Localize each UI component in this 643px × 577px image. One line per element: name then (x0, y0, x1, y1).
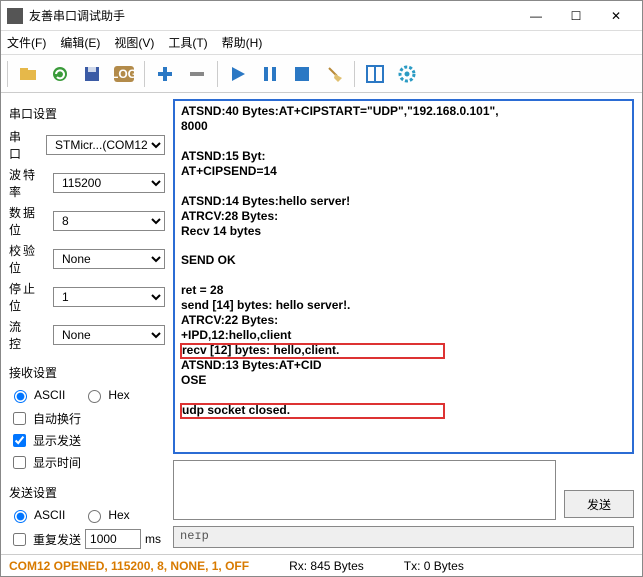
status-rx: Rx: 845 Bytes (289, 559, 364, 573)
window-title: 友善串口调试助手 (29, 7, 516, 24)
titlebar: 友善串口调试助手 — ☐ ✕ (1, 1, 642, 31)
layout-icon[interactable] (361, 60, 389, 88)
status-tx: Tx: 0 Bytes (404, 559, 464, 573)
log-icon[interactable]: LOG (110, 60, 138, 88)
baud-select[interactable]: 115200 (53, 173, 165, 193)
menu-view[interactable]: 视图(V) (114, 34, 154, 51)
main-area: ATSND:40 Bytes:AT+CIPSTART="UDP","192.16… (173, 93, 642, 554)
menu-file[interactable]: 文件(F) (7, 34, 46, 51)
gear-icon[interactable] (393, 60, 421, 88)
toolbar: LOG (1, 55, 642, 93)
save-icon[interactable] (78, 60, 106, 88)
serial-settings-title: 串口设置 (9, 105, 165, 122)
stopbits-select[interactable]: 1 (53, 287, 165, 307)
play-icon[interactable] (224, 60, 252, 88)
parity-label: 校验位 (9, 242, 49, 276)
baud-label: 波特率 (9, 166, 49, 200)
send-textarea[interactable] (173, 460, 556, 520)
repeat-label: 重复发送 (33, 531, 81, 548)
parity-select[interactable]: None (53, 249, 165, 269)
send-hex-radio[interactable]: Hex (83, 507, 129, 523)
send-button[interactable]: 发送 (564, 490, 634, 518)
stop-icon[interactable] (288, 60, 316, 88)
flow-select[interactable]: None (53, 325, 165, 345)
left-panel: 串口设置 串 口STMicr...(COM12 波特率115200 数据位8 校… (1, 93, 173, 554)
minus-icon[interactable] (183, 60, 211, 88)
app-icon (7, 8, 23, 24)
menu-help[interactable]: 帮助(H) (222, 34, 263, 51)
broom-icon[interactable] (320, 60, 348, 88)
close-button[interactable]: ✕ (596, 4, 636, 28)
minimize-button[interactable]: — (516, 4, 556, 28)
ms-label: ms (145, 532, 161, 546)
flow-label: 流 控 (9, 318, 49, 352)
status-com: COM12 OPENED, 115200, 8, NONE, 1, OFF (9, 559, 249, 573)
refresh-icon[interactable] (46, 60, 74, 88)
help-box: neɪp (173, 526, 634, 548)
menu-tools[interactable]: 工具(T) (168, 34, 207, 51)
port-label: 串 口 (9, 128, 42, 162)
send-ascii-radio[interactable]: ASCII (9, 507, 65, 523)
recv-hex-radio[interactable]: Hex (83, 387, 129, 403)
repeat-checkbox[interactable] (13, 533, 26, 546)
send-settings-title: 发送设置 (9, 484, 165, 501)
maximize-button[interactable]: ☐ (556, 4, 596, 28)
menubar: 文件(F) 编辑(E) 视图(V) 工具(T) 帮助(H) (1, 31, 642, 55)
autowrap-checkbox[interactable]: 自动换行 (9, 409, 165, 428)
showtime-checkbox[interactable]: 显示时间 (9, 453, 165, 472)
recv-settings-title: 接收设置 (9, 364, 165, 381)
repeat-interval-input[interactable] (85, 529, 141, 549)
databits-select[interactable]: 8 (53, 211, 165, 231)
plus-icon[interactable] (151, 60, 179, 88)
highlight-closed: udp socket closed. (181, 404, 444, 418)
databits-label: 数据位 (9, 204, 49, 238)
highlight-recv: recv [12] bytes: hello,client. (181, 344, 444, 358)
pause-icon[interactable] (256, 60, 284, 88)
svg-text:LOG: LOG (113, 67, 135, 81)
output-textarea[interactable]: ATSND:40 Bytes:AT+CIPSTART="UDP","192.16… (173, 99, 634, 454)
recv-ascii-radio[interactable]: ASCII (9, 387, 65, 403)
menu-edit[interactable]: 编辑(E) (60, 34, 100, 51)
statusbar: COM12 OPENED, 115200, 8, NONE, 1, OFF Rx… (1, 554, 642, 576)
stopbits-label: 停止位 (9, 280, 49, 314)
open-folder-icon[interactable] (14, 60, 42, 88)
showsend-checkbox[interactable]: 显示发送 (9, 431, 165, 450)
port-select[interactable]: STMicr...(COM12 (46, 135, 165, 155)
